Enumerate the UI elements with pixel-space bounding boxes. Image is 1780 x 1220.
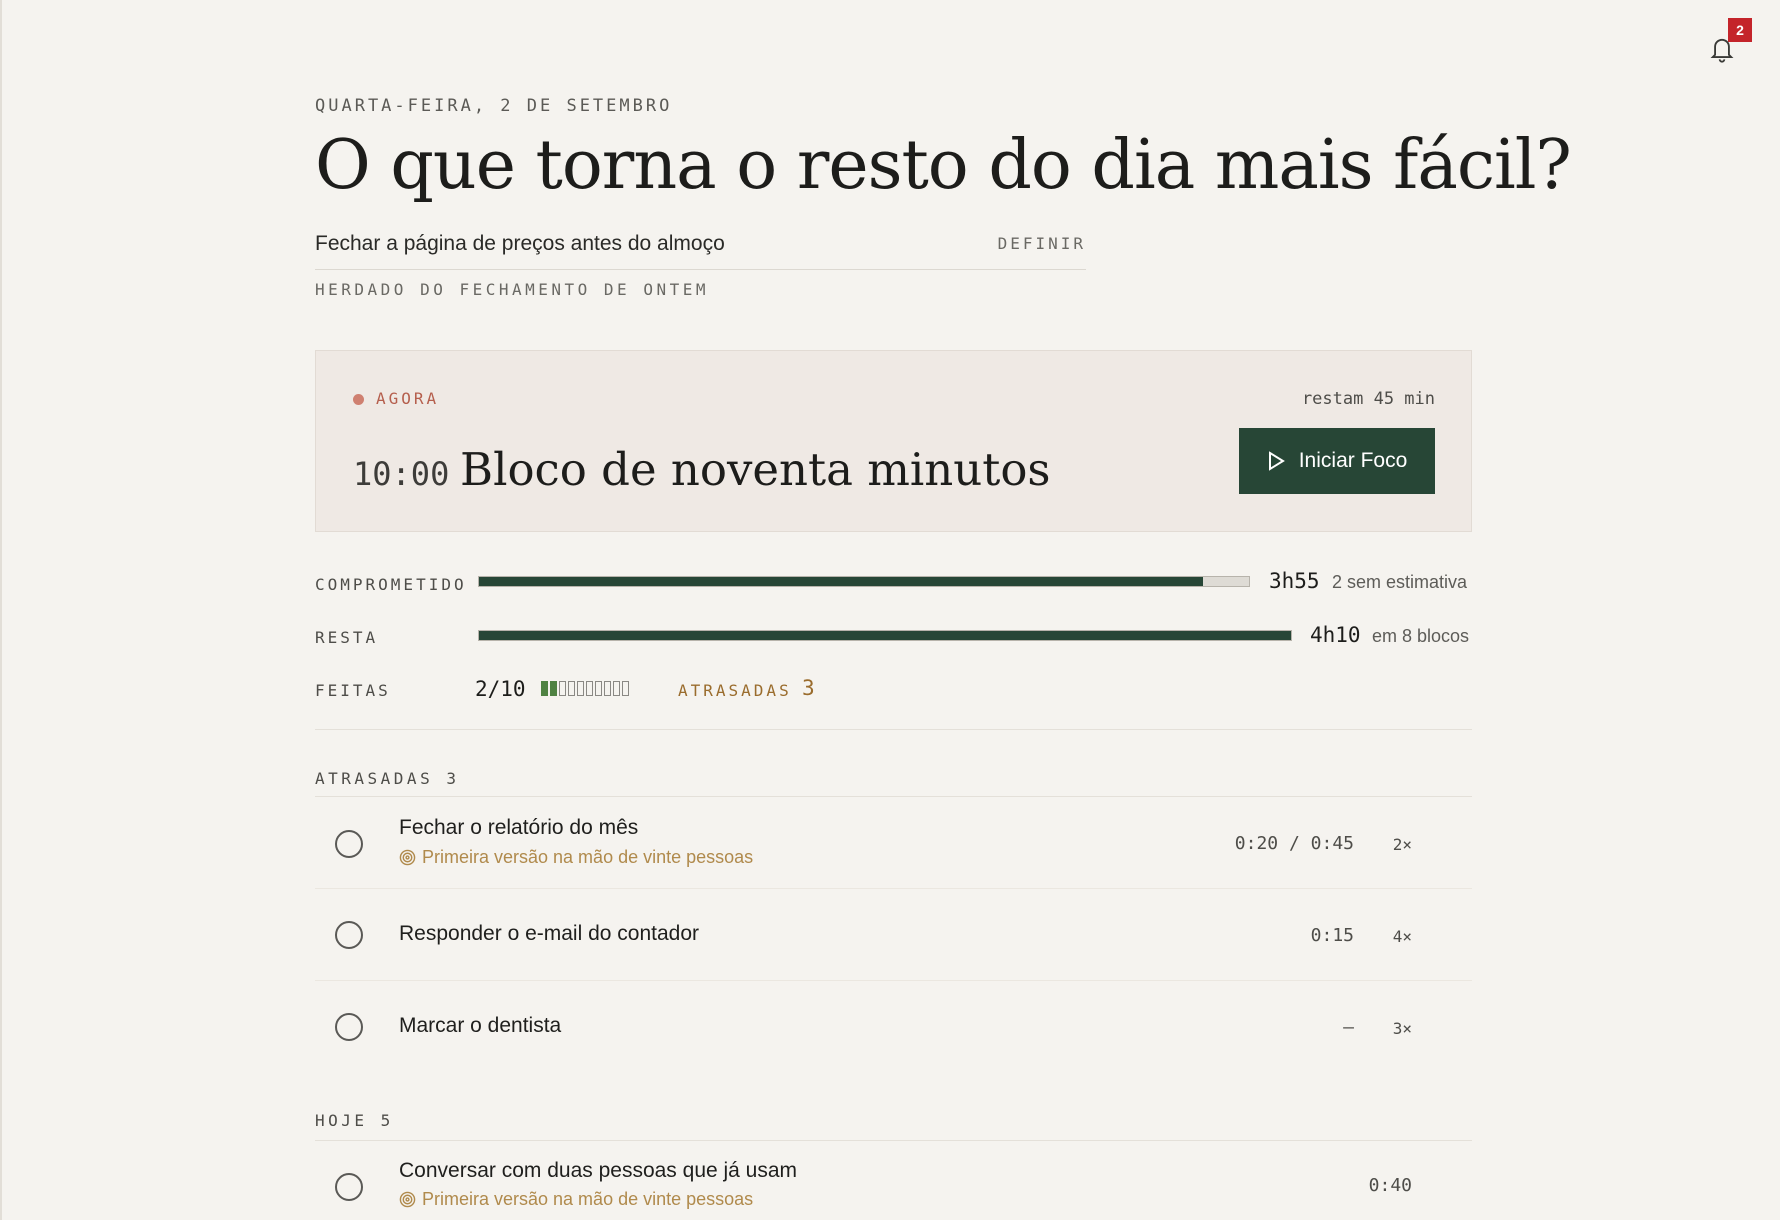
task-checkbox[interactable] (335, 830, 363, 858)
play-icon (1268, 451, 1285, 471)
remaining-bar-fill (479, 631, 1291, 640)
task-checkbox[interactable] (335, 1013, 363, 1041)
progress-tick (550, 681, 557, 696)
now-label: AGORA (376, 389, 440, 408)
progress-tick (604, 681, 611, 696)
date-label: QUARTA-FEIRA, 2 DE SETEMBRO (315, 96, 673, 116)
task-multiplier: 4× (1392, 927, 1412, 946)
task-multiplier: 2× (1392, 835, 1412, 854)
task-goal: Primeira versão na mão de vinte pessoas (399, 1189, 753, 1210)
time-remaining: restam 45 min (1301, 389, 1435, 409)
intent-text[interactable]: Fechar a página de preços antes do almoç… (315, 232, 725, 256)
block-start-time: 10:00 (353, 455, 450, 493)
committed-label: COMPROMETIDO (315, 575, 467, 594)
committed-note: 2 sem estimativa (1332, 572, 1468, 592)
task-title[interactable]: Marcar o dentista (399, 1014, 561, 1038)
task-goal-text: Primeira versão na mão de vinte pessoas (422, 1189, 754, 1209)
committed-value: 3h55 (1269, 569, 1320, 593)
progress-tick (595, 681, 602, 696)
section-today-count: 5 (380, 1111, 394, 1130)
task-time: – (1343, 1017, 1354, 1038)
now-card: AGORA restam 45 min 10:00 Bloco de noven… (315, 350, 1472, 532)
remaining-value: 4h10 (1310, 623, 1361, 647)
remaining-note: em 8 blocos (1372, 626, 1470, 646)
task-row[interactable]: Conversar com duas pessoas que já usam P… (315, 1141, 1472, 1220)
task-time: 0:15 (1310, 925, 1354, 946)
notification-badge: 2 (1728, 18, 1752, 42)
intent-field[interactable]: Fechar a página de preços antes do almoç… (315, 224, 1086, 270)
task-goal-text: Primeira versão na mão de vinte pessoas (422, 847, 754, 867)
late-inline-count: 3 (802, 676, 815, 700)
progress-tick (577, 681, 584, 696)
progress-tick (613, 681, 620, 696)
start-focus-button[interactable]: Iniciar Foco (1239, 428, 1435, 494)
inherited-note: HERDADO DO FECHAMENTO DE ONTEM (315, 280, 709, 299)
section-late-count: 3 (446, 769, 460, 788)
task-multiplier: 3× (1392, 1019, 1412, 1038)
task-checkbox[interactable] (335, 921, 363, 949)
section-today-header: HOJE 5 (315, 1111, 394, 1130)
committed-bar (478, 576, 1250, 587)
task-row[interactable]: Responder o e-mail do contador 0:15 4× (315, 889, 1472, 981)
start-focus-label: Iniciar Foco (1298, 449, 1408, 472)
section-today-label: HOJE (315, 1111, 368, 1130)
done-label: FEITAS (315, 681, 391, 700)
task-title[interactable]: Conversar com duas pessoas que já usam (399, 1159, 797, 1183)
task-row[interactable]: Marcar o dentista – 3× (315, 981, 1472, 1073)
done-value: 2/10 (475, 677, 526, 701)
task-row[interactable]: Fechar o relatório do mês Primeira versã… (315, 797, 1472, 889)
target-icon (399, 1191, 416, 1208)
task-checkbox[interactable] (335, 1173, 363, 1201)
target-icon (399, 849, 416, 866)
task-time: 0:20 / 0:45 (1234, 833, 1354, 854)
progress-tick (586, 681, 593, 696)
progress-tick (559, 681, 566, 696)
divider (315, 729, 1472, 730)
task-time: 0:40 (1368, 1175, 1412, 1196)
committed-bar-fill (479, 577, 1203, 586)
block-title: Bloco de noventa minutos (460, 443, 1051, 496)
remaining-label: RESTA (315, 628, 379, 647)
task-goal: Primeira versão na mão de vinte pessoas (399, 847, 753, 868)
remaining-bar (478, 630, 1292, 641)
done-progress (541, 681, 629, 696)
section-late-header: ATRASADAS 3 (315, 769, 459, 788)
define-button[interactable]: DEFINIR (998, 234, 1086, 253)
task-title[interactable]: Responder o e-mail do contador (399, 922, 699, 946)
task-title[interactable]: Fechar o relatório do mês (399, 816, 638, 840)
progress-tick (622, 681, 629, 696)
live-dot-icon (353, 394, 364, 405)
page-title: O que torna o resto do dia mais fácil? (315, 126, 1572, 205)
section-late-label: ATRASADAS (315, 769, 434, 788)
late-inline-label[interactable]: ATRASADAS (678, 681, 792, 700)
progress-tick (568, 681, 575, 696)
progress-tick (541, 681, 548, 696)
